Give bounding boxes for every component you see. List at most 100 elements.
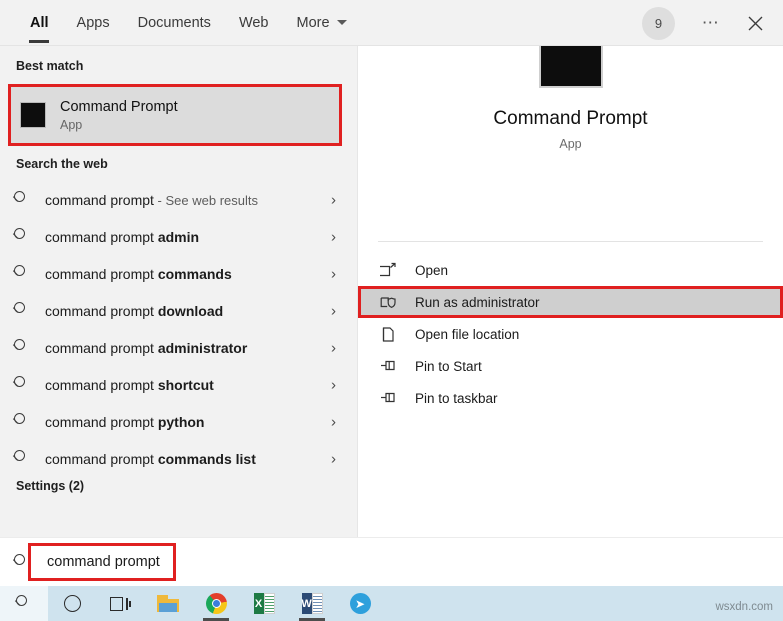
best-match-title: Command Prompt bbox=[60, 98, 178, 115]
chevron-right-icon: › bbox=[331, 339, 336, 356]
chevron-right-icon: › bbox=[331, 265, 336, 282]
search-icon bbox=[14, 553, 31, 571]
web-result-row[interactable]: command prompt commands list › bbox=[0, 440, 358, 477]
action-run-as-administrator[interactable]: Run as administrator bbox=[358, 286, 783, 318]
app-preview-pane: Command Prompt App Open Run as administra… bbox=[358, 0, 783, 586]
web-result-prefix: command prompt bbox=[45, 413, 158, 430]
folder-open-icon bbox=[380, 326, 397, 343]
search-icon bbox=[14, 228, 31, 245]
excel-icon[interactable]: X bbox=[240, 586, 288, 621]
open-window-icon bbox=[377, 262, 397, 279]
action-pin-to-start[interactable]: Pin to Start bbox=[358, 350, 783, 382]
web-result-prefix: command prompt bbox=[45, 265, 158, 282]
action-label: Pin to taskbar bbox=[415, 390, 498, 406]
web-result-term: python bbox=[157, 413, 205, 430]
word-icon[interactable]: W bbox=[288, 586, 336, 621]
search-icon bbox=[14, 413, 31, 430]
tab-web[interactable]: Web bbox=[225, 0, 283, 46]
shield-window-icon bbox=[380, 294, 397, 311]
taskbar: X W ➤ wsxdn.com bbox=[0, 586, 783, 621]
chevron-right-icon: › bbox=[331, 191, 336, 208]
web-result-label: command prompt administrator bbox=[45, 340, 247, 356]
action-label: Run as administrator bbox=[415, 294, 540, 310]
web-results-list: command prompt - See web results › command… bbox=[0, 181, 358, 477]
tab-apps[interactable]: Apps bbox=[63, 0, 124, 46]
telegram-icon[interactable]: ➤ bbox=[336, 586, 384, 621]
web-result-term: download bbox=[157, 302, 224, 319]
search-bar[interactable] bbox=[0, 537, 783, 586]
watermark: wsxdn.com bbox=[715, 601, 773, 613]
tab-label: Web bbox=[238, 14, 269, 31]
tab-label: All bbox=[30, 14, 49, 31]
tab-label: Documents bbox=[137, 14, 211, 31]
windows-search-screen: Best match Command Prompt App Search the… bbox=[0, 0, 783, 621]
action-label: Open file location bbox=[415, 326, 520, 342]
web-result-row[interactable]: command prompt administrator › bbox=[0, 329, 358, 366]
web-result-prefix: command prompt bbox=[45, 450, 158, 467]
web-result-term: admin bbox=[157, 228, 200, 245]
app-actions-list: Open Run as administrator Open file locati… bbox=[358, 254, 783, 414]
search-tabs: All Apps Documents Web More bbox=[0, 0, 361, 46]
search-icon bbox=[14, 265, 31, 282]
search-icon bbox=[14, 302, 31, 319]
header-actions: 9 ⋯ bbox=[642, 0, 775, 46]
task-view-icon[interactable] bbox=[96, 586, 144, 621]
web-result-label: command prompt commands list bbox=[45, 451, 256, 467]
web-result-row[interactable]: command prompt admin › bbox=[0, 218, 358, 255]
tab-label: More bbox=[296, 14, 330, 31]
web-result-row[interactable]: command prompt download › bbox=[0, 292, 358, 329]
action-pin-to-taskbar[interactable]: Pin to taskbar bbox=[358, 382, 783, 414]
chevron-right-icon: › bbox=[331, 302, 336, 319]
best-match-subtitle: App bbox=[60, 117, 83, 132]
command-prompt-icon bbox=[20, 102, 46, 128]
ellipsis-icon[interactable]: ⋯ bbox=[691, 3, 731, 43]
ellipsis-glyph: ⋯ bbox=[701, 13, 721, 32]
web-result-row[interactable]: command prompt shortcut › bbox=[0, 366, 358, 403]
search-icon[interactable] bbox=[0, 586, 48, 621]
action-label: Open bbox=[415, 262, 449, 278]
web-result-prefix: command prompt bbox=[45, 339, 158, 356]
chevron-right-icon: › bbox=[331, 450, 336, 467]
web-result-prefix: command prompt bbox=[45, 376, 158, 393]
web-result-term: commands bbox=[157, 265, 232, 282]
web-result-row[interactable]: command prompt commands › bbox=[0, 255, 358, 292]
best-match-result[interactable]: Command Prompt App bbox=[8, 84, 342, 146]
web-result-label: command prompt - See web results bbox=[45, 192, 258, 208]
tab-more[interactable]: More bbox=[283, 0, 361, 46]
web-result-row[interactable]: command prompt python › bbox=[0, 403, 358, 440]
app-type: App bbox=[559, 137, 582, 151]
web-result-term: shortcut bbox=[157, 376, 214, 393]
search-icon bbox=[14, 339, 31, 356]
web-result-prefix: command prompt bbox=[45, 228, 158, 245]
web-result-row[interactable]: command prompt - See web results › bbox=[0, 181, 358, 218]
avatar[interactable]: 9 bbox=[642, 6, 675, 40]
close-icon[interactable] bbox=[735, 3, 775, 43]
action-open[interactable]: Open bbox=[358, 254, 783, 286]
action-label: Pin to Start bbox=[415, 358, 482, 374]
actions-divider bbox=[378, 241, 763, 242]
tab-documents[interactable]: Documents bbox=[124, 0, 225, 46]
web-result-prefix: command prompt bbox=[45, 191, 154, 208]
web-result-term: administrator bbox=[157, 339, 248, 356]
web-result-prefix: command prompt bbox=[45, 302, 158, 319]
tab-all[interactable]: All bbox=[16, 0, 63, 46]
cortana-icon[interactable] bbox=[48, 586, 96, 621]
chrome-icon[interactable] bbox=[192, 586, 240, 621]
action-open-file-location[interactable]: Open file location bbox=[358, 318, 783, 350]
best-match-heading: Best match bbox=[16, 59, 84, 73]
search-tabs-bar: All Apps Documents Web More 9 ⋯ bbox=[0, 0, 783, 46]
file-explorer-icon[interactable] bbox=[144, 586, 192, 621]
search-the-web-heading: Search the web bbox=[16, 157, 108, 171]
results-pane: Best match Command Prompt App Search the… bbox=[0, 0, 358, 586]
search-input[interactable] bbox=[47, 554, 467, 570]
search-icon bbox=[14, 450, 31, 467]
web-result-term: commands list bbox=[157, 450, 256, 467]
search-flyout: Best match Command Prompt App Search the… bbox=[0, 0, 783, 586]
best-match-texts: Command Prompt App bbox=[60, 99, 178, 132]
web-result-label: command prompt shortcut bbox=[45, 377, 214, 393]
pin-icon bbox=[380, 358, 397, 375]
chevron-right-icon: › bbox=[331, 228, 336, 245]
search-icon bbox=[14, 191, 31, 208]
web-result-suffix: - See web results bbox=[153, 192, 258, 208]
app-title: Command Prompt bbox=[493, 108, 648, 129]
